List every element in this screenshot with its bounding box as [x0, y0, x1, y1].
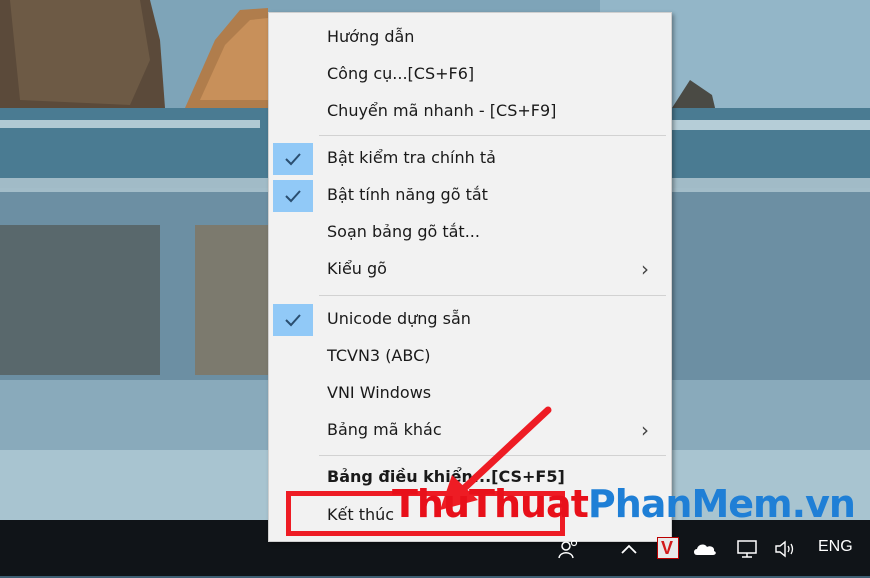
menu-item-label: VNI Windows [327, 383, 432, 402]
onedrive-cloud-icon[interactable] [693, 541, 717, 557]
menu-item-label: Bật tính năng gõ tắt [327, 185, 488, 204]
menu-item-label: Unicode dựng sẵn [327, 309, 471, 328]
check-highlight [273, 143, 313, 175]
menu-item-bang-ma-khac[interactable]: Bảng mã khác › [269, 413, 671, 449]
chevron-right-icon: › [641, 257, 649, 281]
menu-item-label: TCVN3 (ABC) [327, 346, 431, 365]
menu-item-tcvn3[interactable]: TCVN3 (ABC) [269, 339, 671, 375]
menu-separator [319, 295, 666, 296]
chevron-up-icon[interactable] [620, 543, 638, 555]
watermark: ThuThuatPhanMem.vn [392, 482, 856, 526]
volume-icon[interactable] [774, 539, 800, 559]
checkmark-icon [285, 153, 301, 166]
watermark-part1: ThuThuat [392, 482, 589, 526]
menu-item-label: Chuyển mã nhanh - [CS+F9] [327, 101, 557, 120]
menu-item-label: Công cụ...[CS+F6] [327, 64, 475, 83]
menu-item-go-tat[interactable]: Bật tính năng gõ tắt [269, 178, 671, 214]
menu-separator [319, 455, 666, 456]
people-icon[interactable] [557, 538, 579, 560]
chevron-right-icon: › [641, 418, 649, 442]
checkmark-icon [285, 314, 301, 327]
network-icon[interactable] [736, 539, 758, 559]
menu-separator [319, 135, 666, 136]
menu-item-chuyen-ma-nhanh[interactable]: Chuyển mã nhanh - [CS+F9] [269, 94, 671, 130]
check-highlight [273, 304, 313, 336]
menu-item-unicode-dung-san[interactable]: Unicode dựng sẵn [269, 302, 671, 338]
watermark-part2: PhanMem.vn [587, 482, 856, 526]
menu-item-kieu-go[interactable]: Kiểu gõ › [269, 252, 671, 288]
menu-item-kiem-tra-chinh-ta[interactable]: Bật kiểm tra chính tả [269, 141, 671, 177]
menu-item-huong-dan[interactable]: Hướng dẫn [269, 20, 671, 56]
menu-item-cong-cu[interactable]: Công cụ...[CS+F6] [269, 57, 671, 93]
menu-item-soan-bang-go-tat[interactable]: Soạn bảng gõ tắt... [269, 215, 671, 251]
menu-item-label: Bật kiểm tra chính tả [327, 148, 496, 167]
language-indicator[interactable]: ENG [818, 538, 853, 578]
vietkey-icon[interactable]: V [657, 537, 679, 559]
context-menu: Hướng dẫn Công cụ...[CS+F6] Chuyển mã nh… [268, 12, 672, 542]
menu-item-label: Soạn bảng gõ tắt... [327, 222, 480, 241]
menu-item-label: Kiểu gõ [327, 259, 387, 278]
vietkey-letter: V [661, 538, 674, 558]
menu-item-vni-windows[interactable]: VNI Windows [269, 376, 671, 412]
menu-item-label: Bảng mã khác [327, 420, 442, 439]
check-highlight [273, 180, 313, 212]
menu-item-label: Hướng dẫn [327, 27, 415, 46]
checkmark-icon [285, 190, 301, 203]
